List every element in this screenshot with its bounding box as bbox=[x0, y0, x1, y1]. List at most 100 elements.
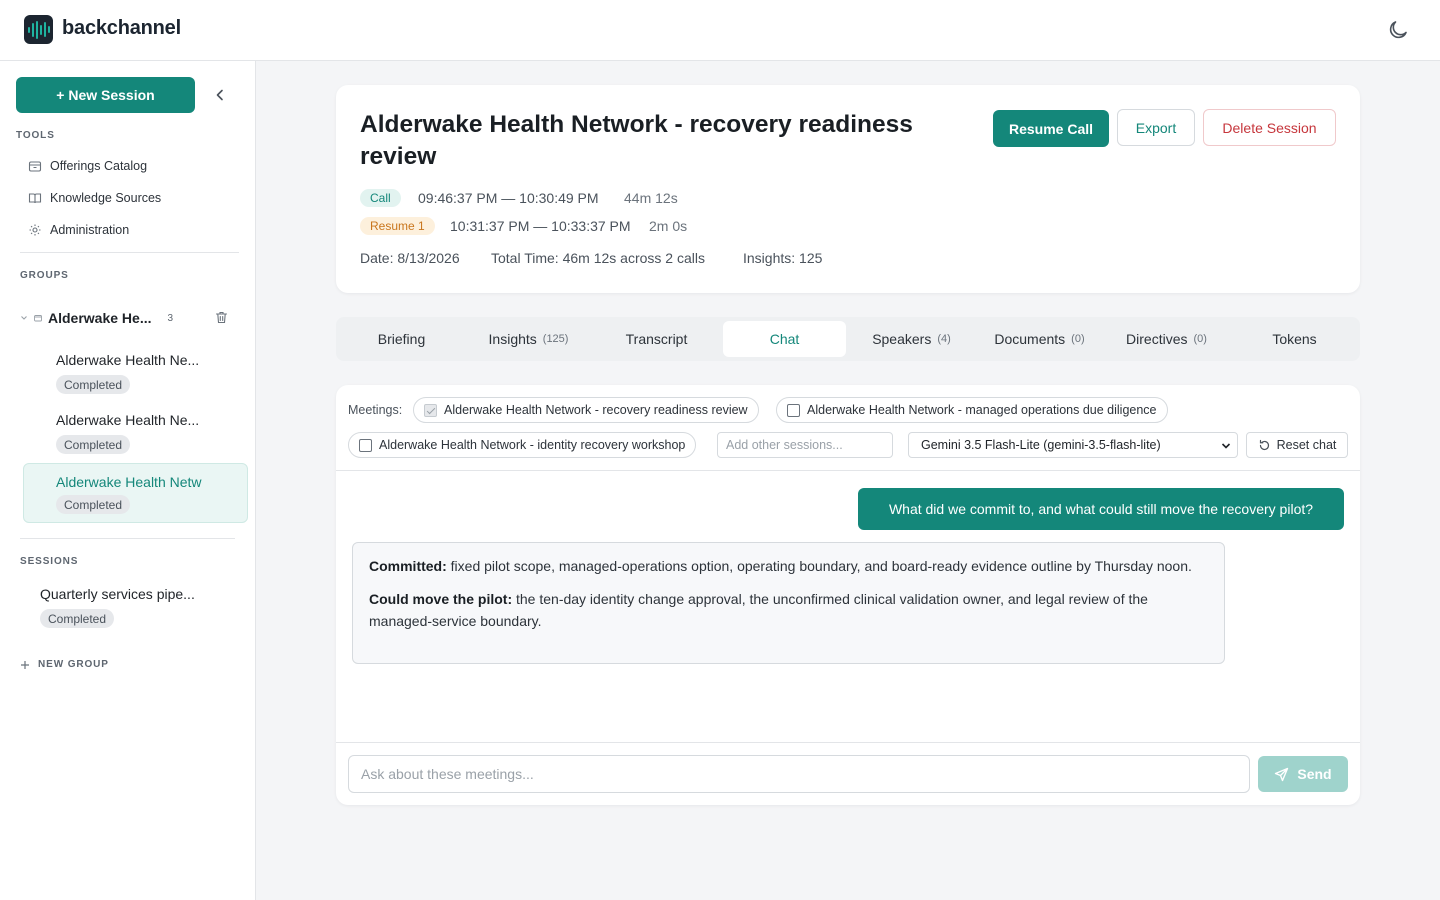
moon-icon bbox=[1389, 21, 1407, 39]
assistant-paragraph: Committed: fixed pilot scope, managed-op… bbox=[369, 555, 1208, 577]
send-icon bbox=[1275, 767, 1289, 781]
chevron-down-icon bbox=[21, 316, 27, 320]
folder-icon bbox=[34, 315, 42, 322]
gear-icon bbox=[29, 224, 41, 236]
tab-label: Insights bbox=[488, 331, 537, 347]
tab-label: Tokens bbox=[1272, 331, 1317, 347]
assistant-message: Committed: fixed pilot scope, managed-op… bbox=[352, 542, 1225, 664]
tab-label: Directives bbox=[1126, 331, 1188, 347]
sidebar-item-administration[interactable]: Administration bbox=[28, 220, 129, 240]
resume-time-range: 10:31:37 PM — 10:33:37 PM bbox=[450, 218, 631, 234]
assistant-paragraph-label: Committed: bbox=[369, 558, 447, 574]
total-time: Total Time: 46m 12s across 2 calls bbox=[491, 250, 705, 266]
delete-group-button[interactable] bbox=[214, 310, 229, 325]
meeting-label: Alderwake Health Network - identity reco… bbox=[379, 438, 686, 452]
chevron-down-icon bbox=[1221, 443, 1231, 449]
assistant-paragraph-label: Could move the pilot: bbox=[369, 591, 513, 607]
tab-documents[interactable]: Documents (0) bbox=[978, 321, 1101, 357]
meeting-chip[interactable]: Alderwake Health Network - managed opera… bbox=[776, 397, 1168, 423]
status-badge: Completed bbox=[40, 609, 115, 628]
reset-chat-button[interactable]: Reset chat bbox=[1246, 432, 1348, 458]
plus-icon bbox=[21, 660, 29, 669]
model-select-value: Gemini 3.5 Flash-Lite (gemini-3.5-flash-… bbox=[921, 438, 1161, 452]
session-date: Date: 8/13/2026 bbox=[360, 250, 460, 266]
meeting-checkbox[interactable] bbox=[787, 403, 800, 417]
dark-mode-toggle[interactable] bbox=[1386, 18, 1410, 42]
user-message: What did we commit to, and what could st… bbox=[858, 488, 1344, 530]
tab-directives[interactable]: Directives (0) bbox=[1105, 321, 1228, 357]
session-title: Alderwake Health Ne... bbox=[56, 352, 200, 368]
call-tag: Call bbox=[360, 189, 401, 207]
sessions-heading: SESSIONS bbox=[20, 556, 79, 567]
session-title: Alderwake Health Netw bbox=[56, 474, 202, 490]
tab-insights[interactable]: Insights (125) bbox=[467, 321, 590, 357]
chat-divider bbox=[336, 470, 1360, 471]
sidebar: + New Session TOOLS Offerings Catalog Kn… bbox=[0, 61, 256, 900]
add-sessions-input[interactable] bbox=[717, 432, 893, 458]
call-time-range: 09:46:37 PM — 10:30:49 PM bbox=[418, 190, 599, 206]
groups-heading: GROUPS bbox=[20, 270, 69, 281]
tab-briefing[interactable]: Briefing bbox=[340, 321, 463, 357]
group-count: 3 bbox=[167, 312, 174, 324]
tab-transcript[interactable]: Transcript bbox=[595, 321, 718, 357]
group-session-item[interactable]: Alderwake Health Ne... Completed bbox=[40, 406, 240, 458]
page-title: Alderwake Health Network - recovery read… bbox=[360, 111, 913, 170]
collapse-sidebar-button[interactable] bbox=[211, 86, 229, 104]
send-label: Send bbox=[1297, 766, 1332, 782]
meeting-chip[interactable]: Alderwake Health Network - recovery read… bbox=[413, 397, 759, 423]
meeting-label: Alderwake Health Network - recovery read… bbox=[444, 403, 748, 417]
tab-label: Transcript bbox=[625, 331, 688, 347]
book-icon bbox=[28, 193, 42, 204]
group-session-item-active[interactable]: Alderwake Health Netw Completed bbox=[23, 463, 248, 523]
trash-icon bbox=[215, 311, 228, 324]
tab-count: (4) bbox=[937, 333, 951, 345]
tab-tokens[interactable]: Tokens bbox=[1233, 321, 1356, 357]
session-header-card: Alderwake Health Network - recovery read… bbox=[336, 85, 1360, 293]
group-row[interactable]: Alderwake He... 3 bbox=[20, 307, 240, 329]
tab-speakers[interactable]: Speakers (4) bbox=[850, 321, 973, 357]
export-button[interactable]: Export bbox=[1117, 109, 1195, 146]
assistant-paragraph: Could move the pilot: the ten-day identi… bbox=[369, 588, 1208, 632]
session-item[interactable]: Quarterly services pipe... Completed bbox=[24, 580, 239, 632]
delete-session-button[interactable]: Delete Session bbox=[1203, 109, 1336, 146]
reset-icon bbox=[1259, 439, 1269, 450]
tab-label: Speakers bbox=[872, 331, 932, 347]
group-name: Alderwake He... bbox=[48, 310, 152, 326]
session-title: Quarterly services pipe... bbox=[40, 586, 195, 602]
tab-count: (0) bbox=[1071, 333, 1085, 345]
tab-chat[interactable]: Chat bbox=[723, 321, 846, 357]
sidebar-divider bbox=[20, 252, 239, 253]
sidebar-item-knowledge-sources[interactable]: Knowledge Sources bbox=[28, 188, 161, 208]
tools-heading: TOOLS bbox=[16, 130, 55, 141]
tab-count: (0) bbox=[1193, 333, 1207, 345]
ask-input[interactable] bbox=[348, 755, 1250, 793]
meeting-checkbox[interactable] bbox=[359, 438, 372, 452]
chevron-left-icon bbox=[216, 89, 223, 101]
meeting-label: Alderwake Health Network - managed opera… bbox=[807, 403, 1157, 417]
group-session-item[interactable]: Alderwake Health Ne... Completed bbox=[40, 346, 240, 398]
composer-divider bbox=[336, 742, 1360, 743]
reset-chat-label: Reset chat bbox=[1276, 438, 1337, 452]
meeting-checkbox[interactable] bbox=[424, 403, 437, 417]
new-group-button[interactable]: NEW GROUP bbox=[20, 659, 109, 670]
sidebar-item-label: Knowledge Sources bbox=[50, 191, 162, 205]
session-title: Alderwake Health Ne... bbox=[56, 412, 200, 428]
meeting-chip[interactable]: Alderwake Health Network - identity reco… bbox=[348, 432, 697, 458]
status-badge: Completed bbox=[56, 435, 131, 454]
resume-duration: 2m 0s bbox=[649, 218, 688, 234]
send-button[interactable]: Send bbox=[1258, 756, 1348, 792]
status-badge: Completed bbox=[56, 375, 131, 394]
tab-label: Documents bbox=[994, 331, 1066, 347]
sidebar-item-offerings-catalog[interactable]: Offerings Catalog bbox=[28, 156, 147, 176]
new-group-label: NEW GROUP bbox=[38, 659, 109, 670]
model-select[interactable]: Gemini 3.5 Flash-Lite (gemini-3.5-flash-… bbox=[908, 432, 1238, 458]
chat-panel: Meetings: Alderwake Health Network - rec… bbox=[336, 385, 1360, 805]
resume-call-button[interactable]: Resume Call bbox=[993, 110, 1109, 147]
meetings-label: Meetings: bbox=[348, 403, 403, 417]
status-badge: Completed bbox=[56, 495, 131, 514]
assistant-paragraph-text: fixed pilot scope, managed-operations op… bbox=[446, 558, 1192, 574]
insights-count: Insights: 125 bbox=[743, 250, 823, 266]
brand-name: backchannel bbox=[62, 17, 181, 39]
box-icon bbox=[28, 161, 42, 172]
new-session-button[interactable]: + New Session bbox=[16, 77, 195, 113]
